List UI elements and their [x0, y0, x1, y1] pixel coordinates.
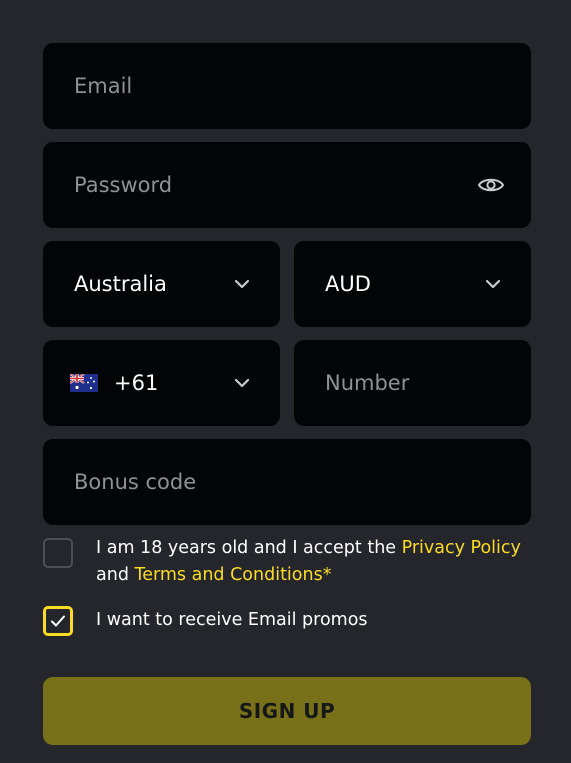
age-consent-label: I am 18 years old and I accept the Priva… — [96, 535, 531, 589]
chevron-down-icon — [234, 378, 250, 388]
terms-conditions-link[interactable]: Terms and Conditions* — [135, 565, 332, 585]
currency-select[interactable]: AUD — [294, 241, 531, 327]
phone-code-value: +61 — [114, 371, 159, 395]
email-field[interactable] — [74, 74, 531, 98]
email-field-container — [43, 43, 531, 129]
checkmark-icon — [51, 615, 65, 627]
country-select[interactable]: Australia — [43, 241, 280, 327]
age-consent-row: I am 18 years old and I accept the Priva… — [43, 538, 531, 589]
phone-number-field[interactable] — [325, 371, 531, 395]
email-promos-checkbox[interactable] — [43, 606, 73, 636]
bonus-code-field[interactable] — [74, 470, 531, 494]
australia-flag-icon — [70, 374, 98, 392]
eye-icon[interactable] — [477, 173, 505, 197]
phone-code-select[interactable]: +61 — [43, 340, 280, 426]
bonus-code-field-container — [43, 439, 531, 525]
password-field-container — [43, 142, 531, 228]
age-consent-and-text: and — [96, 565, 135, 585]
currency-select-value: AUD — [325, 272, 371, 296]
signup-button[interactable]: SIGN UP — [43, 677, 531, 745]
phone-number-field-container — [294, 340, 531, 426]
country-select-value: Australia — [74, 272, 167, 296]
email-promos-label: I want to receive Email promos — [96, 610, 368, 630]
password-field[interactable] — [74, 173, 454, 197]
email-promos-row: I want to receive Email promos — [43, 606, 531, 636]
chevron-down-icon — [485, 279, 501, 289]
age-consent-text: I am 18 years old and I accept the — [96, 538, 402, 558]
privacy-policy-link[interactable]: Privacy Policy — [402, 538, 521, 558]
age-consent-checkbox[interactable] — [43, 538, 73, 568]
chevron-down-icon — [234, 279, 250, 289]
